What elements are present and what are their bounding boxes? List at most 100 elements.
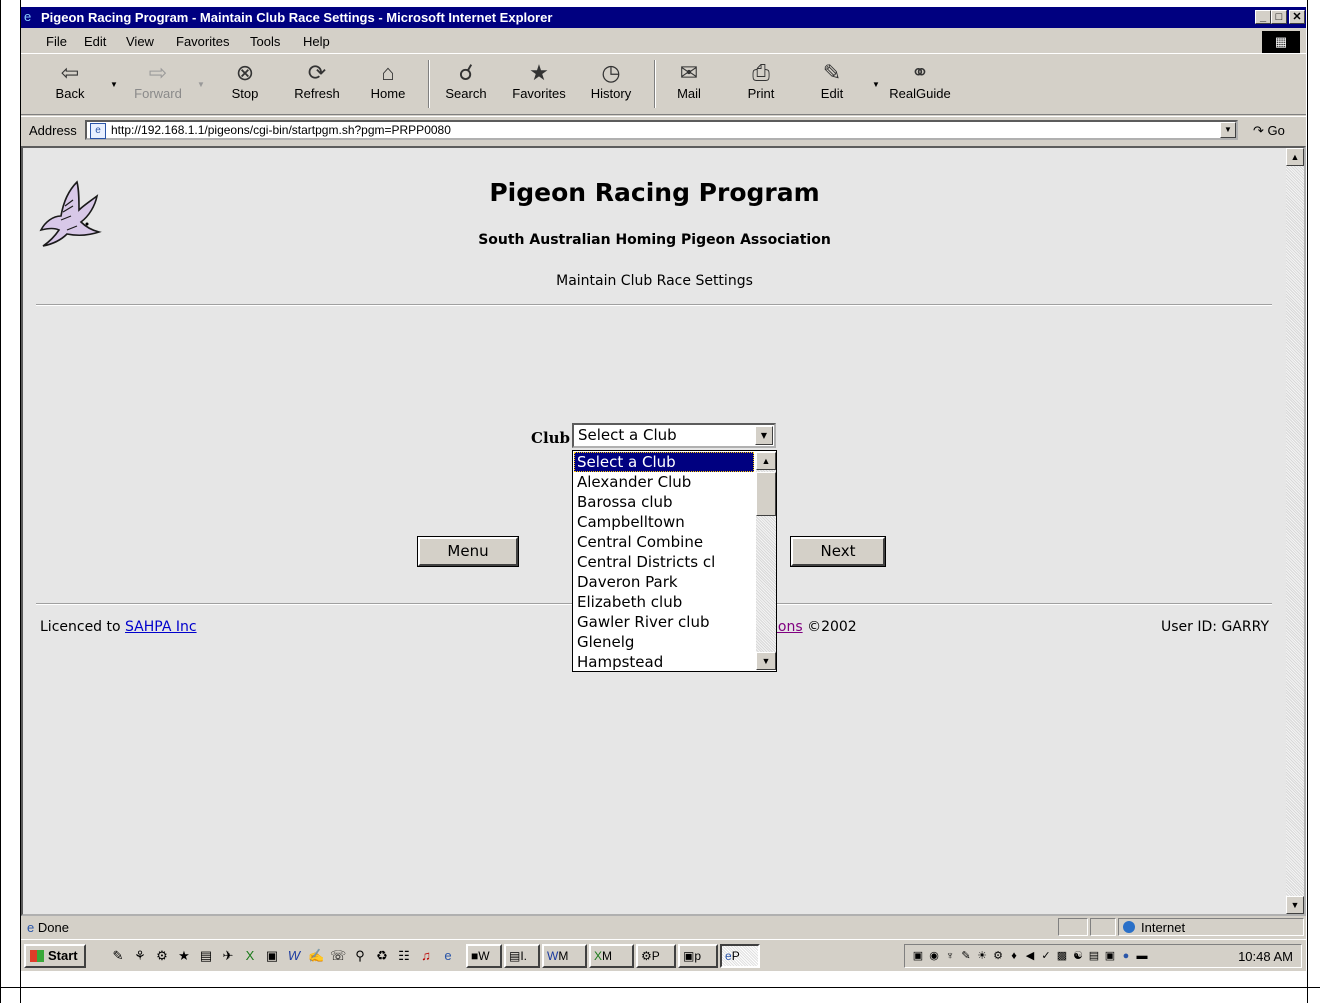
scroll-down-icon[interactable]: ▼ [1286, 896, 1304, 914]
back-button[interactable]: ⇦ Back [51, 60, 89, 101]
tray-icon[interactable]: ▣ [911, 949, 925, 963]
quicklaunch-icon[interactable]: ▣ [264, 948, 280, 964]
address-input[interactable]: e http://192.168.1.1/pigeons/cgi-bin/sta… [85, 120, 1238, 140]
taskbar-app-label: M [602, 949, 613, 963]
quicklaunch-icon[interactable]: ✎ [110, 948, 126, 964]
list-scroll-down-icon[interactable]: ▼ [756, 652, 776, 670]
excel-icon[interactable]: X [242, 948, 258, 964]
tray-icon[interactable]: ▤ [1087, 949, 1101, 963]
menu-tools[interactable]: Tools [250, 34, 280, 49]
tray-icon[interactable]: ◉ [927, 949, 941, 963]
menu-help[interactable]: Help [303, 34, 330, 49]
tray-icon[interactable]: ● [1119, 949, 1133, 963]
copyright-link[interactable]: ions [774, 619, 803, 635]
tray-icon[interactable]: ▩ [1055, 949, 1069, 963]
mail-button[interactable]: ✉ Mail [669, 60, 709, 101]
list-scrollbar[interactable]: ▲ ▼ [756, 452, 776, 670]
taskbar-app-icon: e [725, 949, 732, 963]
taskbar-app-active[interactable]: eP [720, 944, 760, 968]
quicklaunch-icon[interactable]: ⚙ [154, 948, 170, 964]
club-option[interactable]: Glenelg [574, 632, 754, 652]
favorites-button[interactable]: ★ Favorites [509, 60, 569, 101]
browser-window: e Pigeon Racing Program - Maintain Club … [21, 7, 1306, 971]
home-button[interactable]: ⌂ Home [366, 60, 410, 101]
quicklaunch-icon[interactable]: ♫ [418, 948, 434, 964]
quicklaunch-icon[interactable]: ✈ [220, 948, 236, 964]
close-button[interactable]: ✕ [1289, 10, 1305, 24]
club-option[interactable]: Elizabeth club [574, 592, 754, 612]
address-dropdown-icon[interactable]: ▼ [1220, 122, 1236, 138]
menu-edit[interactable]: Edit [84, 34, 106, 49]
maximize-button[interactable]: □ [1271, 10, 1287, 24]
quicklaunch-icon[interactable]: ⚲ [352, 948, 368, 964]
back-dropdown-icon[interactable]: ▼ [110, 80, 118, 89]
menu-button[interactable]: Menu [417, 536, 519, 567]
refresh-icon: ⟳ [307, 60, 327, 85]
club-option[interactable]: Barossa club [574, 492, 754, 512]
quicklaunch-icon[interactable]: ★ [176, 948, 192, 964]
edit-button[interactable]: ✎ Edit [812, 60, 852, 101]
tray-icon[interactable]: ✓ [1039, 949, 1053, 963]
taskbar-app[interactable]: ▤I. [504, 944, 540, 968]
club-option[interactable]: Gawler River club [574, 612, 754, 632]
club-option[interactable]: Central Combine [574, 532, 754, 552]
quicklaunch-icon[interactable]: ☷ [396, 948, 412, 964]
clock[interactable]: 10:48 AM [1238, 949, 1293, 964]
tray-icon[interactable]: ◀ [1023, 949, 1037, 963]
tray-icon[interactable]: ▬ [1135, 949, 1149, 963]
forward-dropdown-icon[interactable]: ▼ [197, 80, 205, 89]
club-option[interactable]: Campbelltown [574, 512, 754, 532]
start-button[interactable]: Start [24, 944, 86, 968]
system-tray: ▣ ◉ ♆ ✎ ☀ ⚙ ♦ ◀ ✓ ▩ ☯ ▤ ▣ ● ▬ 10:48 AM [904, 944, 1302, 968]
print-button[interactable]: ⎙ Print [741, 60, 781, 101]
club-option[interactable]: Select a Club [574, 452, 754, 472]
next-button[interactable]: Next [790, 536, 886, 567]
ie-quicklaunch-icon[interactable]: e [440, 948, 456, 964]
word-icon[interactable]: W [286, 948, 302, 964]
page-scrollbar[interactable]: ▲ ▼ [1286, 148, 1304, 914]
quicklaunch-icon[interactable]: ⚘ [132, 948, 148, 964]
tray-icon[interactable]: ✎ [959, 949, 973, 963]
scroll-up-icon[interactable]: ▲ [1286, 148, 1304, 166]
quicklaunch-icon[interactable]: ♻ [374, 948, 390, 964]
go-button[interactable]: ↷ Go [1253, 123, 1285, 139]
quicklaunch-icon[interactable]: ☏ [330, 948, 346, 964]
search-button[interactable]: ☌ Search [440, 60, 492, 101]
quicklaunch-icon[interactable]: ✍ [308, 948, 324, 964]
realguide-button[interactable]: ⚭ RealGuide [885, 60, 955, 101]
taskbar-app[interactable]: WM [542, 944, 587, 968]
menu-file[interactable]: File [46, 34, 67, 49]
user-id: User ID: GARRY [1161, 619, 1269, 635]
history-button[interactable]: ◷ History [587, 60, 635, 101]
club-option[interactable]: Daveron Park [574, 572, 754, 592]
list-scroll-thumb[interactable] [756, 472, 776, 516]
taskbar-app[interactable]: XM [589, 944, 634, 968]
tray-icon[interactable]: ☀ [975, 949, 989, 963]
quicklaunch-icon[interactable]: ▤ [198, 948, 214, 964]
taskbar-app[interactable]: ▣p [678, 944, 718, 968]
club-option[interactable]: Hampstead [574, 652, 754, 671]
title-bar[interactable]: e Pigeon Racing Program - Maintain Club … [21, 7, 1306, 28]
minimize-button[interactable]: _ [1255, 10, 1271, 24]
list-scroll-up-icon[interactable]: ▲ [756, 452, 776, 470]
club-option[interactable]: Alexander Club [574, 472, 754, 492]
club-dropdown-icon[interactable]: ▼ [755, 426, 773, 445]
club-option[interactable]: Central Districts cl [574, 552, 754, 572]
edit-dropdown-icon[interactable]: ▼ [872, 80, 880, 89]
tray-icon[interactable]: ♆ [943, 949, 957, 963]
menu-favorites[interactable]: Favorites [176, 34, 229, 49]
tray-icon[interactable]: ⚙ [991, 949, 1005, 963]
licence-prefix: Licenced to [40, 619, 126, 635]
tray-icon[interactable]: ♦ [1007, 949, 1021, 963]
refresh-button[interactable]: ⟳ Refresh [289, 60, 345, 101]
licensee-link[interactable]: SAHPA Inc [125, 619, 197, 635]
menu-view[interactable]: View [126, 34, 154, 49]
club-dropdown-list[interactable]: Select a Club Alexander Club Barossa clu… [572, 450, 777, 672]
stop-button[interactable]: ⊗ Stop [225, 60, 265, 101]
tray-icon[interactable]: ▣ [1103, 949, 1117, 963]
forward-button[interactable]: ⇨ Forward [129, 60, 187, 101]
taskbar-app[interactable]: ■W [466, 944, 502, 968]
taskbar-app[interactable]: ⚙P [636, 944, 676, 968]
club-select[interactable]: Select a Club ▼ [572, 423, 776, 448]
tray-icon[interactable]: ☯ [1071, 949, 1085, 963]
